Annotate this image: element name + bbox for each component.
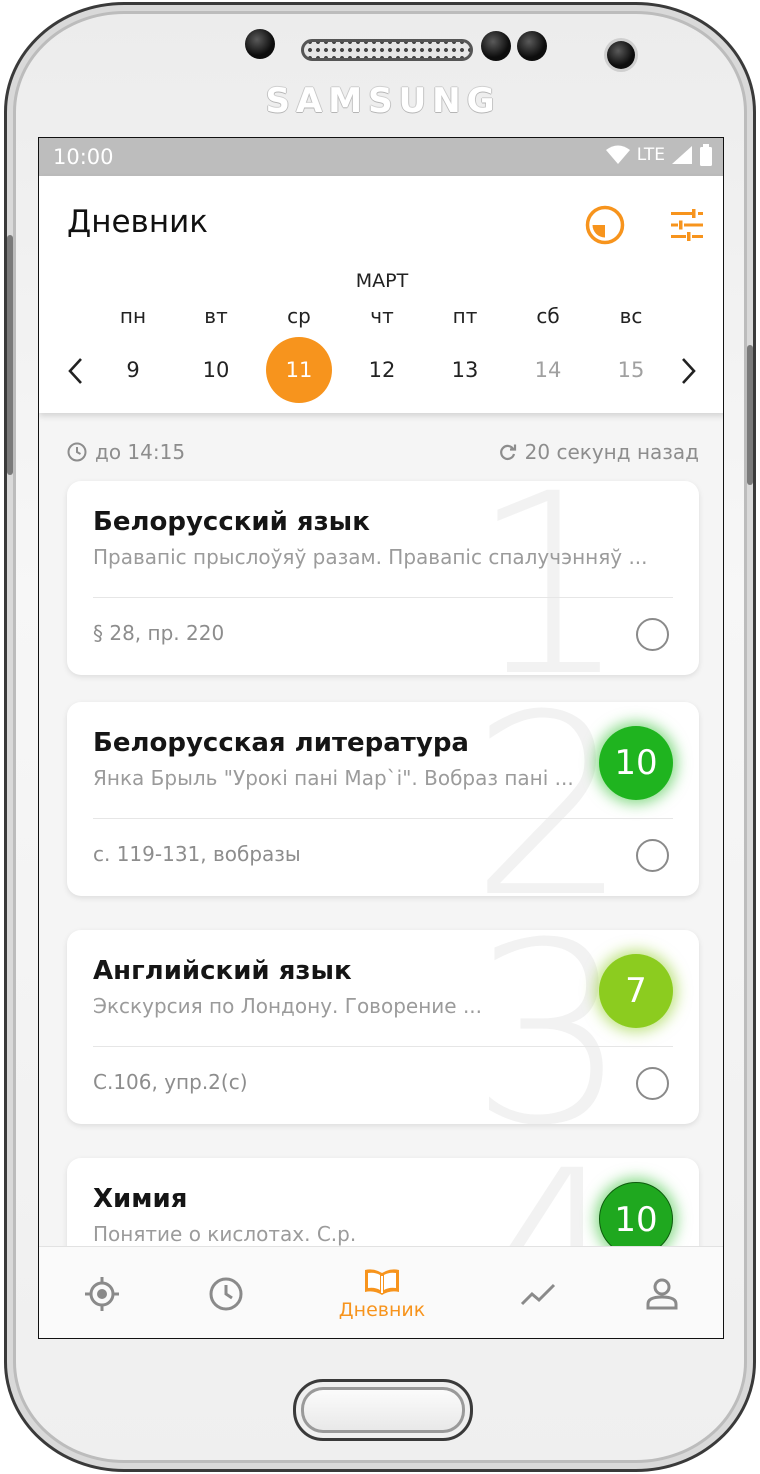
weekday-label: вс <box>619 304 643 328</box>
lesson-subject: Английский язык <box>93 956 352 986</box>
calendar-day[interactable]: 10 <box>183 337 249 403</box>
weekday-label: вт <box>204 304 228 328</box>
prev-week-arrow[interactable] <box>61 354 91 388</box>
calendar-day[interactable]: 12 <box>349 337 415 403</box>
nav-item-overview[interactable] <box>47 1247 157 1338</box>
lesson-subject: Белорусский язык <box>93 507 370 537</box>
grade-badge[interactable]: 10 <box>599 726 673 800</box>
nav-item-statistics[interactable] <box>483 1247 593 1338</box>
sliders-icon <box>671 209 703 241</box>
until-text: до 14:15 <box>95 440 186 464</box>
lesson-card[interactable]: 3 Английский язык Экскурсия по Лондону. … <box>67 930 699 1124</box>
lesson-topic: Понятие о кислотах. С.р. <box>93 1222 357 1246</box>
until-time: до 14:15 <box>67 440 185 464</box>
calendar-day[interactable]: 9 <box>100 337 166 403</box>
status-bar: 10:00 LTE <box>39 138 723 176</box>
grade-badge[interactable]: 10 <box>599 1182 673 1256</box>
pie-chart-icon <box>585 205 625 245</box>
grade-badge[interactable]: 7 <box>599 954 673 1028</box>
weekday-label: чт <box>370 304 394 328</box>
lesson-card[interactable]: 1 Белорусский язык Правапіс прыслоўяў ра… <box>67 481 699 675</box>
target-icon <box>85 1277 119 1311</box>
updated-text: 20 секунд назад <box>524 440 699 464</box>
weekday-label: ср <box>287 304 311 328</box>
homework-done-checkbox[interactable] <box>636 1067 669 1100</box>
lesson-card[interactable]: 2 Белорусская литература Янка Брыль "Уро… <box>67 702 699 896</box>
earpiece-speaker <box>301 39 473 61</box>
home-button[interactable] <box>293 1379 473 1441</box>
calendar-day[interactable]: 14 <box>515 337 581 403</box>
lesson-homework: § 28, пр. 220 <box>93 621 225 645</box>
weekday-label: пн <box>119 304 147 328</box>
schedule-info: до 14:15 20 секунд назад <box>67 440 699 466</box>
homework-done-checkbox[interactable] <box>636 618 669 651</box>
header: Дневник МАРТ пн вт ср чт пт сб вс 9 10 1… <box>39 176 723 413</box>
battery-icon <box>700 144 712 166</box>
lesson-topic: Правапіс прыслоўяў разам. Правапіс спалу… <box>93 545 648 569</box>
signal-icon <box>672 146 692 164</box>
period-button[interactable] <box>582 202 628 248</box>
next-week-arrow[interactable] <box>673 354 703 388</box>
calendar-day-selected[interactable]: 11 <box>266 337 332 403</box>
status-icons: LTE <box>605 144 713 166</box>
weekday-label: сб <box>536 304 560 328</box>
brand-logo: SAMSUNG <box>265 81 501 121</box>
lesson-number: 3 <box>469 930 629 1124</box>
network-type: LTE <box>636 145 665 165</box>
volume-button <box>7 235 13 475</box>
power-button <box>747 345 753 485</box>
filter-button[interactable] <box>664 202 710 248</box>
lesson-homework: С.106, упр.2(с) <box>93 1070 248 1094</box>
lesson-topic: Экскурсия по Лондону. Говорение ... <box>93 994 483 1018</box>
nav-label-diary: Дневник <box>338 1299 426 1321</box>
clock-icon <box>209 1277 243 1311</box>
page-title: Дневник <box>67 204 208 240</box>
card-divider <box>93 1046 673 1047</box>
front-sensor-right <box>517 31 547 61</box>
lesson-subject: Белорусская литература <box>93 728 469 758</box>
wifi-icon <box>605 145 630 164</box>
front-sensor-left <box>245 29 275 59</box>
front-sensor-mid <box>481 31 511 61</box>
user-icon <box>646 1278 678 1310</box>
nav-item-schedule[interactable] <box>171 1247 281 1338</box>
lesson-topic: Янка Брыль "Урокі пані Мар`і". Вобраз па… <box>93 766 574 790</box>
refresh-status[interactable]: 20 секунд назад <box>499 440 699 464</box>
front-camera <box>607 41 635 69</box>
nav-item-diary[interactable]: Дневник <box>327 1247 437 1338</box>
app-screen: 10:00 LTE Дневник МАРТ пн вт ср чт пт сб… <box>38 137 724 1339</box>
refresh-icon <box>499 444 516 460</box>
lesson-homework: с. 119-131, вобразы <box>93 842 301 866</box>
weekday-label: пт <box>452 304 478 328</box>
lesson-subject: Химия <box>93 1184 188 1214</box>
calendar-day[interactable]: 13 <box>432 337 498 403</box>
status-time: 10:00 <box>53 145 114 169</box>
card-divider <box>93 818 673 819</box>
calendar-month: МАРТ <box>355 270 409 292</box>
calendar-day[interactable]: 15 <box>598 337 664 403</box>
bottom-navigation: Дневник <box>39 1246 723 1338</box>
homework-done-checkbox[interactable] <box>636 839 669 872</box>
lesson-number: 2 <box>469 702 629 896</box>
card-divider <box>93 597 673 598</box>
trending-icon <box>520 1283 556 1306</box>
book-icon <box>365 1269 399 1295</box>
clock-icon <box>67 442 87 462</box>
lesson-number: 1 <box>469 481 629 675</box>
nav-item-profile[interactable] <box>607 1247 717 1338</box>
